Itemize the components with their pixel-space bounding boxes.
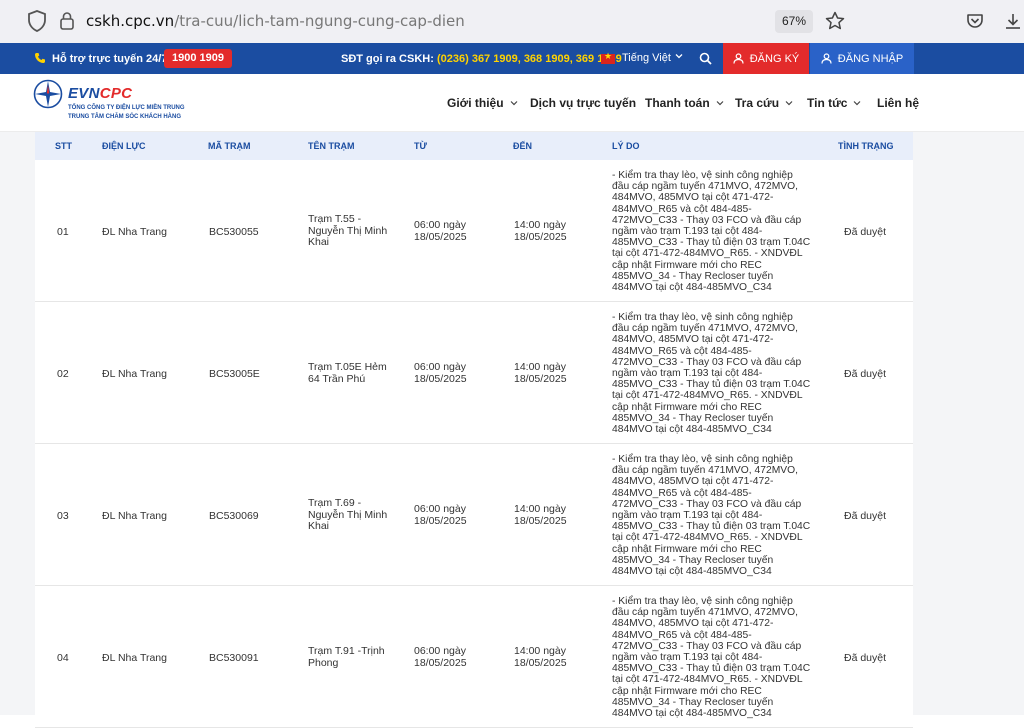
top-info-bar: Hỗ trợ trực tuyến 24/7: 1900 1909 SĐT gọ… (0, 43, 1024, 74)
vietnam-flag-icon[interactable] (601, 51, 615, 64)
login-button[interactable]: ĐĂNG NHẬP (810, 43, 914, 74)
cell-tinh-trang: Đã duyệt (844, 368, 887, 380)
phone-icon (35, 53, 45, 63)
cskh-label: SĐT gọi ra CSKH: (341, 53, 434, 65)
brand-name[interactable]: EVNCPC (68, 85, 132, 102)
login-label: ĐĂNG NHẬP (837, 52, 904, 65)
pocket-icon[interactable] (966, 12, 984, 30)
chevron-down-icon (854, 101, 861, 106)
hotline-badge[interactable]: 1900 1909 (164, 49, 232, 68)
cell-tinh-trang: Đã duyệt (844, 226, 887, 238)
chevron-down-icon (716, 101, 724, 106)
header-tu: TỪ (414, 141, 427, 151)
evn-logo-icon[interactable] (33, 79, 63, 109)
nav-item-tin-tuc[interactable]: Tin tức (807, 96, 861, 110)
cell-dien-luc: ĐL Nha Trang (102, 510, 167, 522)
header-ma-tram: MÃ TRẠM (208, 141, 251, 151)
cell-ly-do: - Kiểm tra thay lèo, vệ sinh công nghiệp… (612, 170, 811, 294)
cell-den: 14:00 ngày 18/05/2025 (514, 503, 567, 527)
cskh-phone-info: SĐT gọi ra CSKH: (0236) 367 1909, 368 19… (341, 53, 622, 65)
cell-ly-do: - Kiểm tra thay lèo, vệ sinh công nghiệp… (612, 454, 811, 578)
star-icon[interactable] (825, 11, 845, 31)
table-header: STT ĐIỆN LỰC MÃ TRẠM TÊN TRẠM TỪ ĐẾN LÝ … (35, 132, 913, 160)
url-path: /tra-cuu/lich-tam-ngung-cung-cap-dien (174, 12, 465, 30)
cell-stt: 01 (57, 226, 69, 238)
cell-ten-tram: Trạm T.05E Hẻm 64 Trần Phú (308, 361, 387, 385)
header-tinh-trang: TÌNH TRẠNG (838, 141, 894, 151)
user-icon (821, 53, 832, 64)
cell-dien-luc: ĐL Nha Trang (102, 226, 167, 238)
cell-stt: 04 (57, 652, 69, 664)
cell-ten-tram: Trạm T.91 -Trịnh Phong (308, 645, 385, 669)
cell-tu: 06:00 ngày 18/05/2025 (414, 361, 467, 385)
cell-den: 14:00 ngày 18/05/2025 (514, 645, 567, 669)
chevron-down-icon (785, 101, 793, 106)
table-row[interactable]: 03 ĐL Nha Trang BC530069 Trạm T.69 - Ngu… (35, 444, 913, 586)
url-text[interactable]: cskh.cpc.vn/tra-cuu/lich-tam-ngung-cung-… (86, 12, 465, 30)
header-den: ĐẾN (513, 141, 533, 151)
user-icon (733, 53, 744, 64)
cell-dien-luc: ĐL Nha Trang (102, 368, 167, 380)
cell-tinh-trang: Đã duyệt (844, 652, 887, 664)
lock-icon[interactable] (60, 12, 74, 30)
cell-ly-do: - Kiểm tra thay lèo, vệ sinh công nghiệp… (612, 312, 811, 436)
table-row[interactable]: 04 ĐL Nha Trang BC530091 Trạm T.91 -Trịn… (35, 586, 913, 728)
nav-item-lien-he[interactable]: Liên hệ (877, 96, 919, 110)
cell-ly-do: - Kiểm tra thay lèo, vệ sinh công nghiệp… (612, 596, 811, 720)
header-stt: STT (55, 141, 72, 151)
brand-subtitle-2: TRUNG TÂM CHĂM SÓC KHÁCH HÀNG (68, 114, 181, 120)
cskh-numbers: (0236) 367 1909, 368 1909, 369 1909 (436, 53, 622, 65)
cell-ma-tram: BC530055 (209, 226, 259, 238)
cell-ten-tram: Trạm T.55 - Nguyễn Thị Minh Khai (308, 213, 388, 248)
nav-item-gioi-thieu[interactable]: Giới thiệu (447, 96, 518, 110)
cell-ma-tram: BC53005E (209, 368, 260, 380)
cell-tu: 06:00 ngày 18/05/2025 (414, 645, 467, 669)
header-dien-luc: ĐIỆN LỰC (102, 141, 146, 151)
register-label: ĐĂNG KÝ (749, 52, 800, 65)
brand-name-accent: CPC (99, 85, 133, 102)
download-icon[interactable] (1004, 12, 1022, 30)
brand-name-main: EVN (68, 85, 100, 102)
register-button[interactable]: ĐĂNG KÝ (723, 43, 809, 74)
nav-item-label: Dịch vụ trực tuyến (530, 96, 637, 110)
table-row[interactable]: 02 ĐL Nha Trang BC53005E Trạm T.05E Hẻm … (35, 302, 913, 444)
language-selector[interactable]: Tiếng Việt (622, 52, 671, 64)
outage-schedule-table: STT ĐIỆN LỰC MÃ TRẠM TÊN TRẠM TỪ ĐẾN LÝ … (35, 132, 913, 728)
cell-den: 14:00 ngày 18/05/2025 (514, 361, 567, 385)
cell-tu: 06:00 ngày 18/05/2025 (414, 503, 467, 527)
nav-item-label: Tin tức (807, 96, 848, 110)
support-label: Hỗ trợ trực tuyến 24/7: (52, 53, 172, 65)
header-ly-do: LÝ DO (612, 141, 640, 151)
nav-item-label: Liên hệ (877, 96, 920, 110)
search-icon[interactable] (699, 52, 712, 65)
nav-item-label: Thanh toán (645, 96, 710, 110)
nav-item-label: Giới thiệu (447, 96, 504, 110)
nav-item-tra-cuu[interactable]: Tra cứu (735, 96, 793, 110)
url-domain: cskh.cpc.vn (86, 12, 175, 30)
cell-stt: 02 (57, 368, 69, 380)
nav-item-dich-vu[interactable]: Dịch vụ trực tuyến (530, 96, 636, 110)
main-navigation: EVNCPC TỔNG CÔNG TY ĐIỆN LỰC MIỀN TRUNG … (0, 74, 1024, 132)
browser-toolbar: cskh.cpc.vn/tra-cuu/lich-tam-ngung-cung-… (0, 0, 1024, 43)
chevron-down-icon (510, 101, 517, 106)
cell-ma-tram: BC530069 (209, 510, 259, 522)
cell-dien-luc: ĐL Nha Trang (102, 652, 167, 664)
cell-den: 14:00 ngày 18/05/2025 (514, 219, 567, 243)
nav-item-thanh-toan[interactable]: Thanh toán (645, 96, 724, 110)
cell-ten-tram: Trạm T.69 - Nguyễn Thị Minh Khai (308, 497, 388, 532)
table-row[interactable]: 01 ĐL Nha Trang BC530055 Trạm T.55 - Ngu… (35, 160, 913, 302)
cell-tinh-trang: Đã duyệt (844, 510, 887, 522)
cell-ma-tram: BC530091 (209, 652, 259, 664)
header-ten-tram: TÊN TRẠM (308, 141, 355, 151)
cell-tu: 06:00 ngày 18/05/2025 (414, 219, 467, 243)
cell-stt: 03 (57, 510, 69, 522)
nav-item-label: Tra cứu (735, 96, 780, 110)
zoom-level-badge[interactable]: 67% (775, 10, 813, 33)
brand-subtitle-1: TỔNG CÔNG TY ĐIỆN LỰC MIỀN TRUNG (68, 105, 185, 111)
shield-icon[interactable] (27, 10, 47, 32)
chevron-down-icon[interactable] (675, 52, 683, 60)
